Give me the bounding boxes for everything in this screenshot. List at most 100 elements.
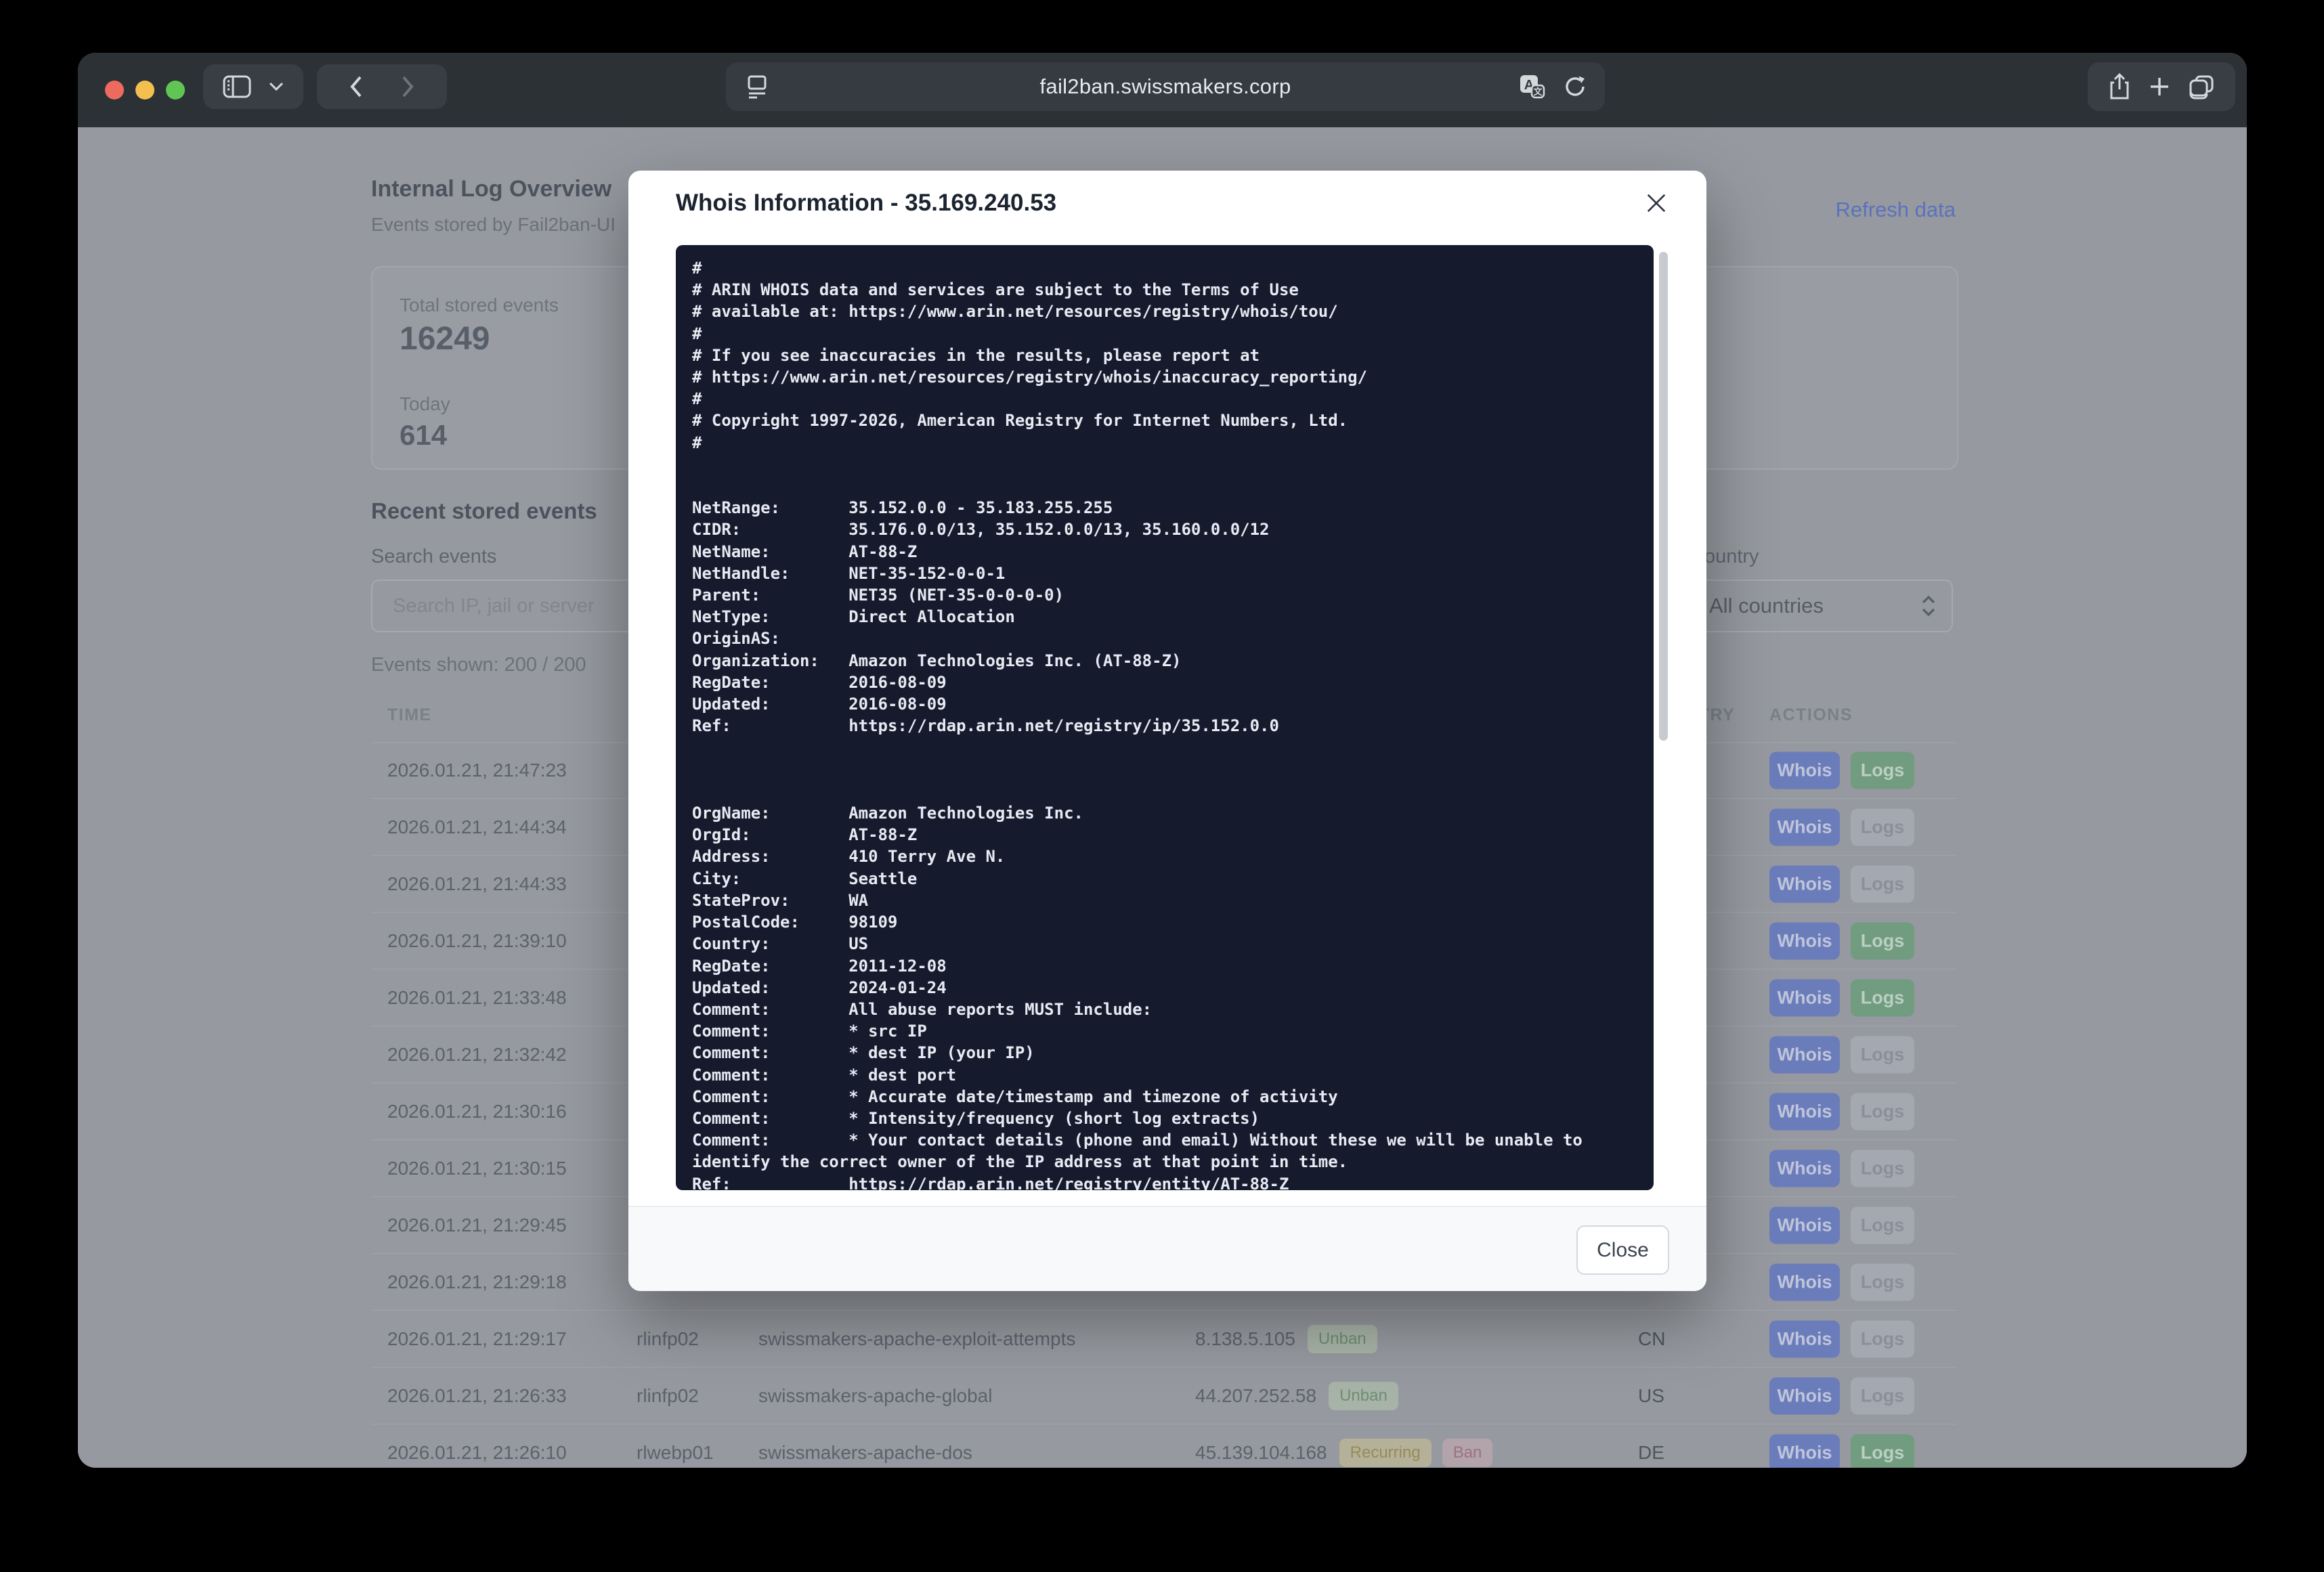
row-ip-group: 45.139.104.168 Recurring Ban (1195, 1439, 1492, 1467)
tab-overview-icon[interactable] (2188, 74, 2215, 100)
table-row: 2026.01.21, 21:26:33 rlinfp02 swissmaker… (371, 1368, 1957, 1424)
logs-button[interactable]: Logs (1851, 751, 1914, 789)
status-badge-unban: Unban (1308, 1325, 1377, 1353)
row-time: 2026.01.21, 21:29:17 (387, 1328, 567, 1350)
row-ip: 8.138.5.105 (1195, 1328, 1295, 1350)
forward-button[interactable] (401, 75, 414, 98)
close-icon[interactable] (1641, 188, 1671, 218)
row-ip-group: 44.207.252.58 Unban (1195, 1382, 1398, 1410)
page-content: Internal Log Overview Events stored by F… (78, 127, 2247, 1468)
address-bar[interactable]: fail2ban.swissmakers.corp A 文 (726, 62, 1605, 111)
row-actions: Whois Logs (1769, 1434, 1914, 1468)
whois-button[interactable]: Whois (1769, 979, 1840, 1016)
logs-button[interactable]: Logs (1851, 922, 1914, 959)
row-time: 2026.01.21, 21:26:10 (387, 1442, 567, 1464)
translate-icon[interactable]: A 文 (1518, 73, 1545, 100)
row-time: 2026.01.21, 21:30:16 (387, 1101, 567, 1122)
stat-value-total: 16249 (400, 320, 490, 357)
reload-icon[interactable] (1563, 74, 1587, 99)
whois-terminal: # # ARIN WHOIS data and services are sub… (676, 245, 1654, 1190)
logs-button[interactable]: Logs (1851, 1150, 1914, 1187)
terminal-scrollbar[interactable] (1659, 252, 1668, 741)
whois-button[interactable]: Whois (1769, 1150, 1840, 1187)
row-badges: Recurring Ban (1339, 1439, 1493, 1467)
logs-button[interactable]: Logs (1851, 1036, 1914, 1073)
stat-value-today: 614 (400, 419, 447, 452)
whois-button[interactable]: Whois (1769, 922, 1840, 959)
row-server: rlinfp02 (637, 1385, 699, 1407)
table-row: 2026.01.21, 21:26:10 rlwebp01 swissmaker… (371, 1424, 1957, 1468)
row-country: DE (1638, 1442, 1664, 1464)
row-server: rlwebp01 (637, 1442, 714, 1464)
row-actions: Whois Logs (1769, 1320, 1914, 1357)
column-header-actions: ACTIONS (1769, 705, 1853, 725)
stat-label-today: Today (400, 393, 450, 415)
share-icon[interactable] (2108, 72, 2131, 101)
close-button[interactable]: Close (1576, 1225, 1669, 1275)
row-time: 2026.01.21, 21:26:33 (387, 1385, 567, 1407)
search-events-label: Search events (371, 546, 496, 568)
whois-button[interactable]: Whois (1769, 1263, 1840, 1301)
row-jail: swissmakers-apache-exploit-attempts (758, 1328, 1075, 1350)
back-button[interactable] (349, 75, 363, 98)
row-time: 2026.01.21, 21:47:23 (387, 760, 567, 781)
whois-button[interactable]: Whois (1769, 1377, 1840, 1414)
row-server: rlinfp02 (637, 1328, 699, 1350)
page-title: Internal Log Overview (371, 176, 611, 202)
logs-button[interactable]: Logs (1851, 979, 1914, 1016)
row-actions: Whois Logs (1769, 1206, 1914, 1244)
country-select-value: All countries (1709, 594, 1824, 618)
reader-icon[interactable] (746, 74, 768, 100)
browser-titlebar: fail2ban.swissmakers.corp A 文 (78, 53, 2247, 127)
row-ip: 44.207.252.58 (1195, 1385, 1316, 1407)
status-badge-ban: Ban (1442, 1439, 1493, 1467)
safari-window: fail2ban.swissmakers.corp A 文 (78, 53, 2247, 1468)
page-subtitle: Events stored by Fail2ban-UI (371, 214, 616, 236)
row-ip: 45.139.104.168 (1195, 1442, 1327, 1464)
close-window-button[interactable] (105, 81, 124, 100)
logs-button[interactable]: Logs (1851, 1093, 1914, 1130)
row-actions: Whois Logs (1769, 979, 1914, 1016)
whois-button[interactable]: Whois (1769, 751, 1840, 789)
logs-button[interactable]: Logs (1851, 1320, 1914, 1357)
row-time: 2026.01.21, 21:44:34 (387, 816, 567, 838)
row-time: 2026.01.21, 21:39:10 (387, 930, 567, 952)
row-jail: swissmakers-apache-global (758, 1385, 992, 1407)
logs-button[interactable]: Logs (1851, 808, 1914, 846)
row-actions: Whois Logs (1769, 1093, 1914, 1130)
logs-button[interactable]: Logs (1851, 1206, 1914, 1244)
logs-button[interactable]: Logs (1851, 1377, 1914, 1414)
row-actions: Whois Logs (1769, 1263, 1914, 1301)
logs-button[interactable]: Logs (1851, 865, 1914, 902)
column-header-time: TIME (387, 705, 432, 725)
minimize-window-button[interactable] (135, 81, 154, 100)
stat-label-total: Total stored events (400, 294, 559, 316)
whois-button[interactable]: Whois (1769, 808, 1840, 846)
whois-button[interactable]: Whois (1769, 1093, 1840, 1130)
whois-button[interactable]: Whois (1769, 1434, 1840, 1468)
whois-button[interactable]: Whois (1769, 865, 1840, 902)
status-badge-recurring: Recurring (1339, 1439, 1432, 1467)
events-shown-text: Events shown: 200 / 200 (371, 654, 586, 676)
modal-title: Whois Information - 35.169.240.53 (676, 190, 1056, 217)
table-row: 2026.01.21, 21:29:17 rlinfp02 swissmaker… (371, 1311, 1957, 1368)
whois-button[interactable]: Whois (1769, 1036, 1840, 1073)
row-time: 2026.01.21, 21:33:48 (387, 987, 567, 1009)
logs-button[interactable]: Logs (1851, 1263, 1914, 1301)
row-badges: Unban (1329, 1382, 1398, 1410)
row-actions: Whois Logs (1769, 751, 1914, 789)
row-country: US (1638, 1385, 1664, 1407)
refresh-data-link[interactable]: Refresh data (1836, 198, 1956, 222)
terminal-output: # # ARIN WHOIS data and services are sub… (692, 257, 1637, 1190)
row-actions: Whois Logs (1769, 1150, 1914, 1187)
new-tab-icon[interactable] (2149, 76, 2170, 97)
logs-button[interactable]: Logs (1851, 1434, 1914, 1468)
url-text: fail2ban.swissmakers.corp (1039, 74, 1291, 99)
zoom-window-button[interactable] (166, 81, 185, 100)
sidebar-toggle-group[interactable] (203, 64, 303, 109)
svg-text:文: 文 (1533, 87, 1543, 97)
whois-button[interactable]: Whois (1769, 1206, 1840, 1244)
whois-button[interactable]: Whois (1769, 1320, 1840, 1357)
row-time: 2026.01.21, 21:30:15 (387, 1158, 567, 1179)
country-select[interactable]: All countries (1686, 580, 1953, 632)
